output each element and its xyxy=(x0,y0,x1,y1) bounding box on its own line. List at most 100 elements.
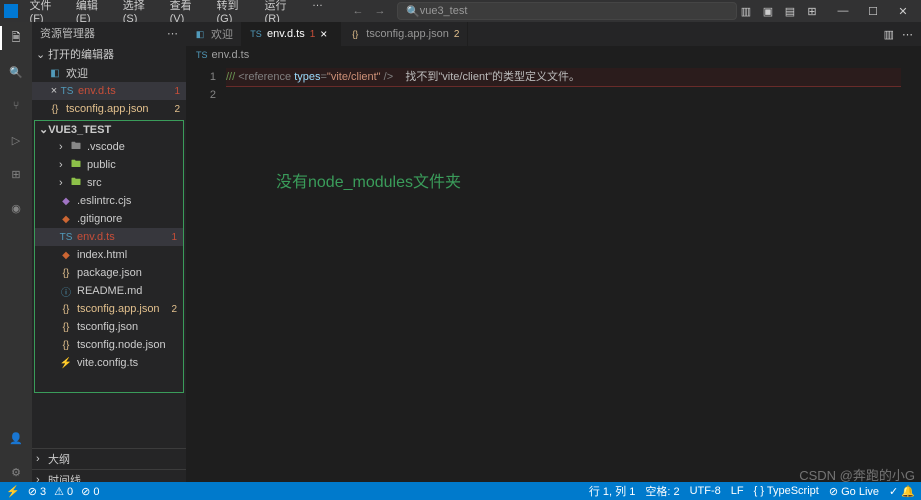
folder-item[interactable]: ›🖿 public xyxy=(35,156,183,174)
folder-icon: 🖿 xyxy=(69,158,83,172)
ts-file-icon: TS xyxy=(60,84,74,98)
sidebar-title: 资源管理器 xyxy=(40,25,95,41)
file-label: .gitignore xyxy=(77,213,122,225)
status-bar: ⚡ ⊘ 3 ⚠ 0 ⊘ 0 行 1, 列 1 空格: 2 UTF-8 LF { … xyxy=(0,482,921,500)
code-line: /// <reference types="vite/client" /> 找不… xyxy=(226,68,901,87)
error-badge: 1 xyxy=(171,232,177,243)
account-icon[interactable]: 👤 xyxy=(6,428,26,448)
encoding[interactable]: UTF-8 xyxy=(690,485,721,497)
file-label: README.md xyxy=(77,285,142,297)
file-label: .eslintrc.cjs xyxy=(77,195,131,207)
command-center[interactable]: 🔍 vue3_test xyxy=(397,2,737,20)
minimap[interactable] xyxy=(901,64,921,490)
search-icon[interactable]: 🔍 xyxy=(6,62,26,82)
open-editor-item[interactable]: {} tsconfig.app.json 2 xyxy=(32,100,186,118)
breadcrumb[interactable]: TS env.d.ts xyxy=(186,46,921,64)
extensions-icon[interactable]: ⊞ xyxy=(6,164,26,184)
git-file-icon: ◆ xyxy=(59,212,73,226)
indentation[interactable]: 空格: 2 xyxy=(645,483,679,499)
ts-file-icon: TS xyxy=(59,230,73,244)
nav-forward-icon[interactable]: → xyxy=(371,5,389,17)
tab-tsconfig[interactable]: {} tsconfig.app.json 2 xyxy=(341,22,468,46)
line-gutter: 1 2 xyxy=(186,64,226,490)
source-control-icon[interactable]: ⑂ xyxy=(6,96,26,116)
editor-tabs: ◧ 欢迎 TS env.d.ts 1 × {} tsconfig.app.jso… xyxy=(186,22,921,46)
settings-icon[interactable]: ⚙ xyxy=(6,462,26,482)
eslint-file-icon: ◆ xyxy=(59,194,73,208)
activity-bar: 🗎 🔍 ⑂ ▷ ⊞ ◉ 👤 ⚙ xyxy=(0,22,32,490)
errors-indicator[interactable]: ⊘ 3 xyxy=(28,485,46,498)
annotation-text: 没有node_modules文件夹 xyxy=(276,174,461,192)
sidebar-more-icon[interactable]: ⋯ xyxy=(167,27,178,40)
nav-controls: ← → xyxy=(349,5,389,17)
chevron-down-icon: ⌄ xyxy=(39,123,48,136)
toggle-primary-sidebar-icon[interactable]: ▥ xyxy=(737,5,755,18)
vscode-file-icon: ◧ xyxy=(194,28,206,40)
folder-item[interactable]: ›🖿 .vscode xyxy=(35,138,183,156)
port-indicator[interactable]: ⊘ 0 xyxy=(81,485,99,498)
customize-layout-icon[interactable]: ⊞ xyxy=(803,5,821,18)
open-editor-item[interactable]: ◧ 欢迎 xyxy=(32,64,186,82)
maximize-icon[interactable]: ☐ xyxy=(859,5,887,18)
close-window-icon[interactable]: ✕ xyxy=(889,5,917,18)
remote-indicator[interactable]: ⚡ xyxy=(6,485,20,498)
file-label: public xyxy=(87,159,116,171)
eol[interactable]: LF xyxy=(731,485,744,497)
chevron-right-icon: › xyxy=(36,453,48,465)
close-icon[interactable]: × xyxy=(48,85,60,97)
folder-item[interactable]: ›🖿src xyxy=(35,174,183,192)
warnings-indicator[interactable]: ⚠ 0 xyxy=(54,485,73,498)
split-editor-icon[interactable]: ▥ xyxy=(884,28,894,41)
search-icon: 🔍 xyxy=(406,5,420,18)
minimize-icon[interactable]: — xyxy=(829,5,857,18)
vscode-file-icon: ◧ xyxy=(48,66,62,80)
md-file-icon: ⓘ xyxy=(59,284,73,298)
file-item[interactable]: {}tsconfig.app.json2 xyxy=(35,300,183,318)
open-editor-item[interactable]: × TS env.d.ts 1 xyxy=(32,82,186,100)
json-file-icon: {} xyxy=(59,266,73,280)
editor-content[interactable]: 1 2 /// <reference types="vite/client" /… xyxy=(186,64,921,490)
toggle-panel-icon[interactable]: ▣ xyxy=(759,5,777,18)
folder-icon: 🖿 xyxy=(69,140,83,154)
more-actions-icon[interactable]: ⋯ xyxy=(902,28,913,41)
file-item[interactable]: {}tsconfig.node.json xyxy=(35,336,183,354)
tab-welcome[interactable]: ◧ 欢迎 xyxy=(186,22,242,46)
code-area[interactable]: /// <reference types="vite/client" /> 找不… xyxy=(226,64,901,490)
file-label: vite.config.ts xyxy=(77,357,138,369)
chevron-right-icon: › xyxy=(59,159,69,171)
file-label: .vscode xyxy=(87,141,125,153)
debug-icon[interactable]: ▷ xyxy=(6,130,26,150)
go-live[interactable]: ⊘ Go Live xyxy=(829,485,879,498)
breadcrumb-file: env.d.ts xyxy=(212,49,250,61)
file-item[interactable]: ◆index.html xyxy=(35,246,183,264)
file-item[interactable]: {}tsconfig.json xyxy=(35,318,183,336)
file-item[interactable]: ⚡vite.config.ts xyxy=(35,354,183,372)
close-tab-icon[interactable]: × xyxy=(320,27,332,41)
project-header[interactable]: ⌄ VUE3_TEST xyxy=(35,121,183,138)
outline-section[interactable]: ›大纲 xyxy=(32,448,186,469)
cursor-position[interactable]: 行 1, 列 1 xyxy=(589,483,635,499)
folder-icon: 🖿 xyxy=(69,176,83,190)
open-editors-section[interactable]: ⌄ 打开的编辑器 xyxy=(32,44,186,64)
notifications-icon[interactable]: ✓ 🔔 xyxy=(889,485,915,498)
explorer-icon[interactable]: 🗎 xyxy=(6,28,26,48)
search-text: vue3_test xyxy=(420,5,468,17)
file-item[interactable]: ◆ .gitignore xyxy=(35,210,183,228)
edge-icon[interactable]: ◉ xyxy=(6,198,26,218)
language-mode[interactable]: { } TypeScript xyxy=(754,485,819,497)
toggle-secondary-sidebar-icon[interactable]: ▤ xyxy=(781,5,799,18)
warning-badge: 2 xyxy=(454,29,460,40)
file-item[interactable]: {} package.json xyxy=(35,264,183,282)
tab-env[interactable]: TS env.d.ts 1 × xyxy=(242,22,341,46)
file-item[interactable]: TSenv.d.ts1 xyxy=(35,228,183,246)
file-label: package.json xyxy=(77,267,142,279)
file-item[interactable]: ◆ .eslintrc.cjs xyxy=(35,192,183,210)
ts-file-icon: TS xyxy=(196,50,208,60)
nav-back-icon[interactable]: ← xyxy=(349,5,367,17)
file-item[interactable]: ⓘ README.md xyxy=(35,282,183,300)
chevron-right-icon: › xyxy=(59,141,69,153)
vscode-icon xyxy=(4,4,18,18)
error-badge: 1 xyxy=(310,29,316,40)
ts-file-icon: TS xyxy=(250,28,262,40)
file-label: tsconfig.app.json xyxy=(66,103,149,115)
